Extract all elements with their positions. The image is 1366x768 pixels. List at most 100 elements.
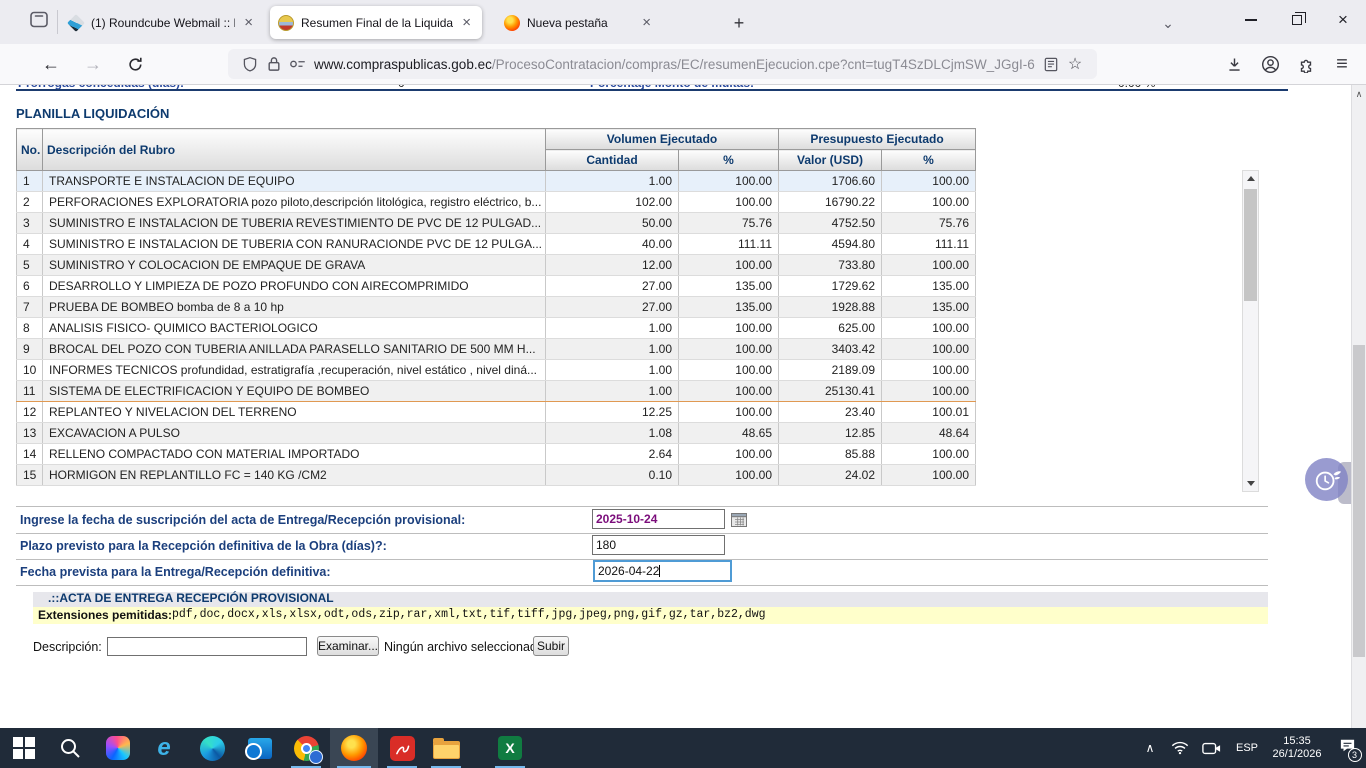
url-text[interactable]: www.compraspublicas.gob.ec/ProcesoContra… [314, 57, 1039, 72]
time-tracker-widget[interactable] [1305, 458, 1348, 501]
table-row[interactable]: 10INFORMES TECNICOS profundidad, estrati… [17, 360, 976, 381]
shield-icon[interactable] [238, 52, 262, 76]
tray-notifications[interactable]: 3 [1332, 728, 1362, 768]
plazo-dias-input[interactable]: 180 [592, 535, 725, 555]
table-row[interactable]: 15HORMIGON EN REPLANTILLO FC = 140 KG /C… [17, 465, 976, 486]
descripcion-input[interactable] [107, 637, 307, 656]
taskbar-chrome[interactable] [284, 728, 328, 768]
taskbar-acrobat[interactable] [380, 728, 424, 768]
tab-close-icon[interactable]: × [459, 14, 474, 31]
url-bar[interactable]: www.compraspublicas.gob.ec/ProcesoContra… [228, 49, 1097, 79]
taskbar-outlook[interactable] [238, 728, 282, 768]
table-cell: 12.00 [546, 255, 679, 276]
taskbar-firefox[interactable] [330, 728, 378, 768]
acta-section-title: .::ACTA DE ENTREGA RECEPCIÓN PROVISIONAL [48, 591, 334, 605]
taskbar-edge[interactable] [190, 728, 234, 768]
tray-show-hidden-icons[interactable]: ∧ [1136, 728, 1164, 768]
plazo-dias-label: Plazo previsto para la Recepción definit… [20, 539, 387, 553]
table-cell: 5 [17, 255, 43, 276]
table-row[interactable]: 9BROCAL DEL POZO CON TUBERIA ANILLADA PA… [17, 339, 976, 360]
table-row[interactable]: 13EXCAVACION A PULSO1.0848.6512.8548.64 [17, 423, 976, 444]
table-cell: 100.00 [882, 192, 976, 213]
table-cell: 2 [17, 192, 43, 213]
table-cell: 135.00 [882, 276, 976, 297]
tab-close-icon[interactable]: × [241, 14, 256, 31]
table-scrollbar-thumb[interactable] [1244, 189, 1257, 301]
table-cell: 23.40 [779, 402, 882, 423]
taskbar-copilot[interactable] [96, 728, 140, 768]
table-row[interactable]: 7PRUEBA DE BOMBEO bomba de 8 a 10 hp27.0… [17, 297, 976, 318]
table-cell: 13 [17, 423, 43, 444]
table-row[interactable]: 4SUMINISTRO E INSTALACION DE TUBERIA CON… [17, 234, 976, 255]
permissions-icon[interactable] [286, 52, 310, 76]
subir-button[interactable]: Subir [533, 636, 569, 656]
tab-roundcube[interactable]: (1) Roundcube Webmail :: Entra × [60, 6, 264, 39]
table-row[interactable]: 3SUMINISTRO E INSTALACION DE TUBERIA REV… [17, 213, 976, 234]
tab-nueva-pestana[interactable]: Nueva pestaña × [496, 6, 662, 39]
table-cell: PERFORACIONES EXPLORATORIA pozo piloto,d… [43, 192, 546, 213]
table-scroll-down-button[interactable] [1243, 476, 1258, 491]
page-scrollbar[interactable]: ∧ [1351, 85, 1366, 728]
firefox-view-button[interactable] [24, 9, 54, 35]
page-scroll-up-button[interactable]: ∧ [1352, 87, 1366, 101]
menu-button[interactable]: ≡ [1326, 50, 1358, 78]
table-row[interactable]: 12REPLANTEO Y NIVELACION DEL TERRENO12.2… [17, 402, 976, 423]
internet-explorer-icon: e [157, 737, 170, 759]
start-button[interactable] [2, 728, 46, 768]
table-cell: 14 [17, 444, 43, 465]
calendar-icon[interactable] [731, 513, 747, 527]
window-close-button[interactable]: × [1320, 0, 1366, 40]
table-cell: 3403.42 [779, 339, 882, 360]
window-minimize-button[interactable] [1228, 0, 1274, 40]
taskbar-file-explorer[interactable] [424, 728, 468, 768]
table-cell: SUMINISTRO Y COLOCACION DE EMPAQUE DE GR… [43, 255, 546, 276]
reader-mode-icon[interactable] [1039, 52, 1063, 76]
table-row[interactable]: 5SUMINISTRO Y COLOCACION DE EMPAQUE DE G… [17, 255, 976, 276]
col-cantidad: Cantidad [546, 150, 679, 171]
table-cell: 100.00 [679, 360, 779, 381]
taskbar-excel[interactable]: X [488, 728, 532, 768]
account-icon [1261, 55, 1280, 74]
search-button[interactable] [48, 728, 92, 768]
table-cell: 111.11 [679, 234, 779, 255]
tab-close-icon[interactable]: × [639, 14, 654, 31]
reload-button[interactable] [120, 50, 150, 78]
table-cell: 100.00 [679, 381, 779, 402]
notification-icon: 3 [1339, 738, 1356, 758]
table-cell: 100.00 [679, 318, 779, 339]
lock-icon[interactable] [262, 52, 286, 76]
table-row[interactable]: 1TRANSPORTE E INSTALACION DE EQUIPO1.001… [17, 171, 976, 192]
table-row[interactable]: 6DESARROLLO Y LIMPIEZA DE POZO PROFUNDO … [17, 276, 976, 297]
table-row[interactable]: 14RELLENO COMPACTADO CON MATERIAL IMPORT… [17, 444, 976, 465]
table-cell: 1729.62 [779, 276, 882, 297]
table-cell: 75.76 [882, 213, 976, 234]
tray-network[interactable] [1166, 728, 1194, 768]
fecha-definitiva-input[interactable]: 2026-04-22 [593, 560, 732, 582]
downloads-button[interactable] [1218, 50, 1250, 78]
window-restore-button[interactable] [1274, 0, 1320, 40]
examinar-button[interactable]: Examinar... [317, 636, 379, 656]
table-row[interactable]: 8ANALISIS FISICO- QUIMICO BACTERIOLOGICO… [17, 318, 976, 339]
windows-logo-icon [13, 737, 35, 759]
page-scrollbar-thumb[interactable] [1353, 345, 1365, 657]
fecha-provisional-input[interactable]: 2025-10-24 [592, 509, 725, 529]
new-tab-button[interactable]: + [726, 10, 752, 36]
table-scrollbar[interactable] [1242, 170, 1259, 492]
table-cell: 1.00 [546, 381, 679, 402]
tray-clock[interactable]: 15:3526/1/2026 [1264, 728, 1330, 768]
back-button[interactable]: ← [36, 50, 66, 78]
table-scroll-up-button[interactable] [1243, 171, 1258, 186]
forward-button[interactable]: → [78, 50, 108, 78]
table-cell: RELLENO COMPACTADO CON MATERIAL IMPORTAD… [43, 444, 546, 465]
list-all-tabs-button[interactable]: ⌄ [1155, 10, 1181, 36]
tab-resumen-liquidacion[interactable]: Resumen Final de la Liquidación × [270, 6, 482, 39]
extensions-button[interactable] [1290, 50, 1322, 78]
account-button[interactable] [1254, 50, 1286, 78]
table-row[interactable]: 11SISTEMA DE ELECTRIFICACION Y EQUIPO DE… [17, 381, 976, 402]
tray-meet-now[interactable] [1196, 728, 1226, 768]
bookmark-star-icon[interactable]: ☆ [1063, 52, 1087, 76]
table-row[interactable]: 2PERFORACIONES EXPLORATORIA pozo piloto,… [17, 192, 976, 213]
tray-language[interactable]: ESP [1230, 728, 1264, 768]
taskbar-internet-explorer[interactable]: e [142, 728, 186, 768]
table-cell: 16790.22 [779, 192, 882, 213]
